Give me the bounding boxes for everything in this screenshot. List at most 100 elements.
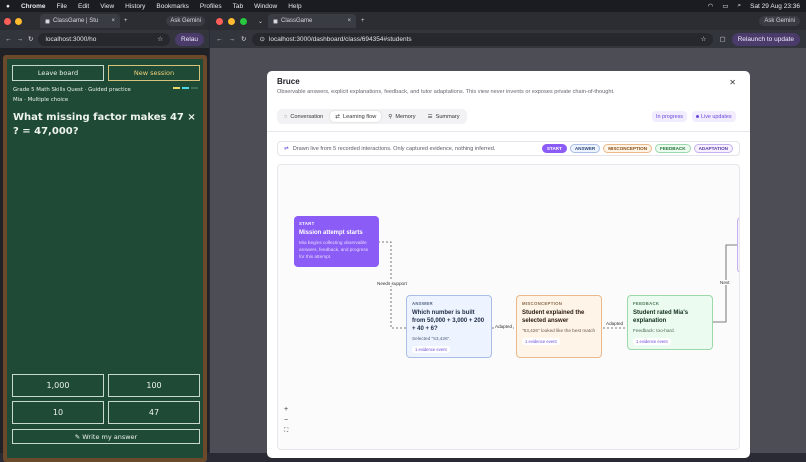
left-relaunch-button[interactable]: Relau	[175, 32, 204, 46]
tab-conversation-label: Conversation	[290, 113, 324, 120]
bookmark-star-icon[interactable]: ☆	[701, 35, 707, 43]
node-misconception-evidence[interactable]: 1 evidence event	[522, 338, 560, 345]
site-info-icon[interactable]: ⊙	[259, 35, 264, 43]
reload-icon[interactable]: ↻	[241, 35, 246, 43]
tab-list-icon[interactable]: ⌄	[258, 18, 263, 25]
right-address-bar: ← → ↻ ⊙ localhost:3000/dashboard/class/6…	[210, 30, 806, 48]
node-start-desc: Mia begins collecting observable answers…	[299, 240, 369, 259]
bookmark-star-icon[interactable]: ☆	[157, 35, 163, 43]
live-dot-icon	[696, 115, 699, 118]
menu-view[interactable]: View	[100, 3, 114, 10]
flow-info-icon: ⇌	[284, 145, 289, 152]
battery-icon[interactable]: ▭	[722, 2, 728, 10]
back-icon[interactable]: ←	[216, 36, 223, 43]
legend-feedback: FEEDBACK	[655, 144, 691, 153]
answer-option-4[interactable]: 47	[108, 401, 200, 424]
forward-icon[interactable]: →	[229, 36, 236, 43]
node-misconception-title: Student explained the selected answer	[522, 310, 585, 324]
menu-bookmarks[interactable]: Bookmarks	[156, 3, 189, 10]
left-url-field[interactable]: localhost:3000/ho ☆	[38, 32, 171, 46]
node-answer-desc: Selected "53,426".	[412, 336, 451, 341]
tab-favicon-icon: ◼	[273, 18, 279, 25]
node-start-kind: START	[299, 221, 315, 226]
menu-tab[interactable]: Tab	[233, 3, 243, 10]
live-updates-label: Live updates	[701, 113, 732, 120]
write-answer-button[interactable]: ✎ Write my answer	[12, 429, 200, 444]
student-mode-label: Mia · Multiple choice	[13, 97, 69, 103]
left-url-text: localhost:3000/ho	[45, 35, 97, 43]
legend-answer: ANSWER	[569, 144, 601, 153]
right-url-text: localhost:3000/dashboard/class/694354#st…	[268, 35, 412, 43]
node-answer[interactable]: ANSWER Which number is built from 50,000…	[406, 295, 492, 358]
answer-option-3[interactable]: 10	[12, 401, 104, 424]
close-window-icon[interactable]	[4, 17, 11, 25]
node-answer-kind: ANSWER	[412, 301, 433, 306]
progress-dots	[173, 87, 198, 89]
node-adaptation-partial[interactable]	[737, 217, 739, 273]
right-url-field[interactable]: ⊙ localhost:3000/dashboard/class/694354#…	[252, 32, 714, 46]
node-feedback[interactable]: FEEDBACK Student rated Mia's explanation…	[627, 295, 713, 350]
right-tab[interactable]: ◼ ClassGame ×	[268, 14, 357, 28]
zoom-out-button[interactable]: −	[284, 417, 288, 424]
tab-learning-flow[interactable]: ⇄ Learning flow	[330, 111, 382, 122]
menu-edit[interactable]: Edit	[78, 3, 89, 10]
node-misconception[interactable]: MISCONCEPTION Student explained the sele…	[516, 295, 602, 358]
answer-option-2[interactable]: 100	[108, 374, 200, 397]
leave-board-button[interactable]: Leave board	[12, 65, 104, 81]
tab-memory-label: Memory	[395, 113, 416, 120]
question-text: What missing factor makes 47 × ? = 47,00…	[13, 112, 196, 137]
relaunch-button[interactable]: Relaunch to update	[731, 32, 800, 46]
tab-memory[interactable]: ⚲ Memory	[383, 111, 420, 122]
minimize-window-icon[interactable]	[228, 17, 235, 25]
right-ask-gemini[interactable]: Ask Gemini	[759, 16, 800, 26]
tab-close-icon[interactable]: ×	[348, 18, 352, 24]
node-feedback-kind: FEEDBACK	[633, 301, 660, 306]
node-start-title: Mission attempt starts	[299, 230, 363, 236]
left-ask-gemini[interactable]: Ask Gemini	[166, 16, 205, 26]
chalkboard: Leave board New session Grade 5 Math Ski…	[3, 55, 207, 462]
back-icon[interactable]: ←	[5, 36, 12, 43]
maximize-window-icon[interactable]	[240, 17, 247, 25]
extensions-icon[interactable]: ▢	[719, 35, 725, 43]
node-answer-evidence[interactable]: 1 evidence event	[412, 346, 450, 353]
tab-conversation[interactable]: ◌ Conversation	[279, 111, 328, 122]
menu-bar: ● Chrome File Edit View History Bookmark…	[0, 0, 806, 12]
close-window-icon[interactable]	[216, 17, 223, 25]
legend: START ANSWER MISCONCEPTION FEEDBACK ADAP…	[541, 144, 733, 153]
node-feedback-title: Student rated Mia's explanation	[633, 310, 689, 324]
tab-close-icon[interactable]: ×	[111, 18, 115, 24]
left-tab[interactable]: ◼ ClassGame | Stu ×	[40, 14, 120, 28]
new-tab-icon[interactable]: +	[124, 18, 128, 24]
menu-history[interactable]: History	[125, 3, 145, 10]
forward-icon[interactable]: →	[17, 36, 24, 43]
menu-window[interactable]: Window	[254, 3, 277, 10]
info-text: Drawn live from 5 recorded interactions.…	[292, 145, 496, 152]
view-tabs: ◌ Conversation ⇄ Learning flow ⚲ Memory ☰ Su…	[277, 109, 467, 124]
close-icon[interactable]: ✕	[729, 78, 736, 87]
node-start[interactable]: START Mission attempt starts Mia begins …	[294, 216, 379, 267]
left-tab-title: ClassGame | Stu	[52, 18, 99, 24]
menu-app-name[interactable]: Chrome	[21, 3, 46, 10]
wifi-icon[interactable]: ◠	[708, 2, 714, 10]
menu-profiles[interactable]: Profiles	[200, 3, 222, 10]
menu-help[interactable]: Help	[288, 3, 301, 10]
flow-canvas[interactable]: Needs support Adapted Adapted Next START…	[277, 164, 740, 450]
apple-icon[interactable]: ●	[6, 3, 10, 10]
clock[interactable]: Sat 29 Aug 23:36	[750, 3, 800, 10]
zoom-in-button[interactable]: +	[284, 406, 288, 413]
edge-label-adapted-1: Adapted	[494, 324, 514, 329]
tab-summary[interactable]: ☰ Summary	[423, 111, 465, 122]
chat-icon: ◌	[284, 113, 288, 120]
course-label: Grade 5 Math Skills Quest · Guided pract…	[13, 87, 131, 93]
minimize-window-icon[interactable]	[15, 17, 22, 25]
reload-icon[interactable]: ↻	[28, 35, 33, 43]
node-feedback-evidence[interactable]: 1 evidence event	[633, 338, 671, 345]
answer-option-1[interactable]: 1,000	[12, 374, 104, 397]
legend-start: START	[541, 144, 567, 153]
fit-view-button[interactable]: ⛶	[284, 428, 288, 435]
new-session-button[interactable]: New session	[108, 65, 200, 81]
menu-file[interactable]: File	[57, 3, 67, 10]
new-tab-icon[interactable]: +	[361, 18, 365, 24]
modal-title: Bruce	[277, 77, 300, 86]
search-icon[interactable]: ⌕	[737, 2, 741, 10]
